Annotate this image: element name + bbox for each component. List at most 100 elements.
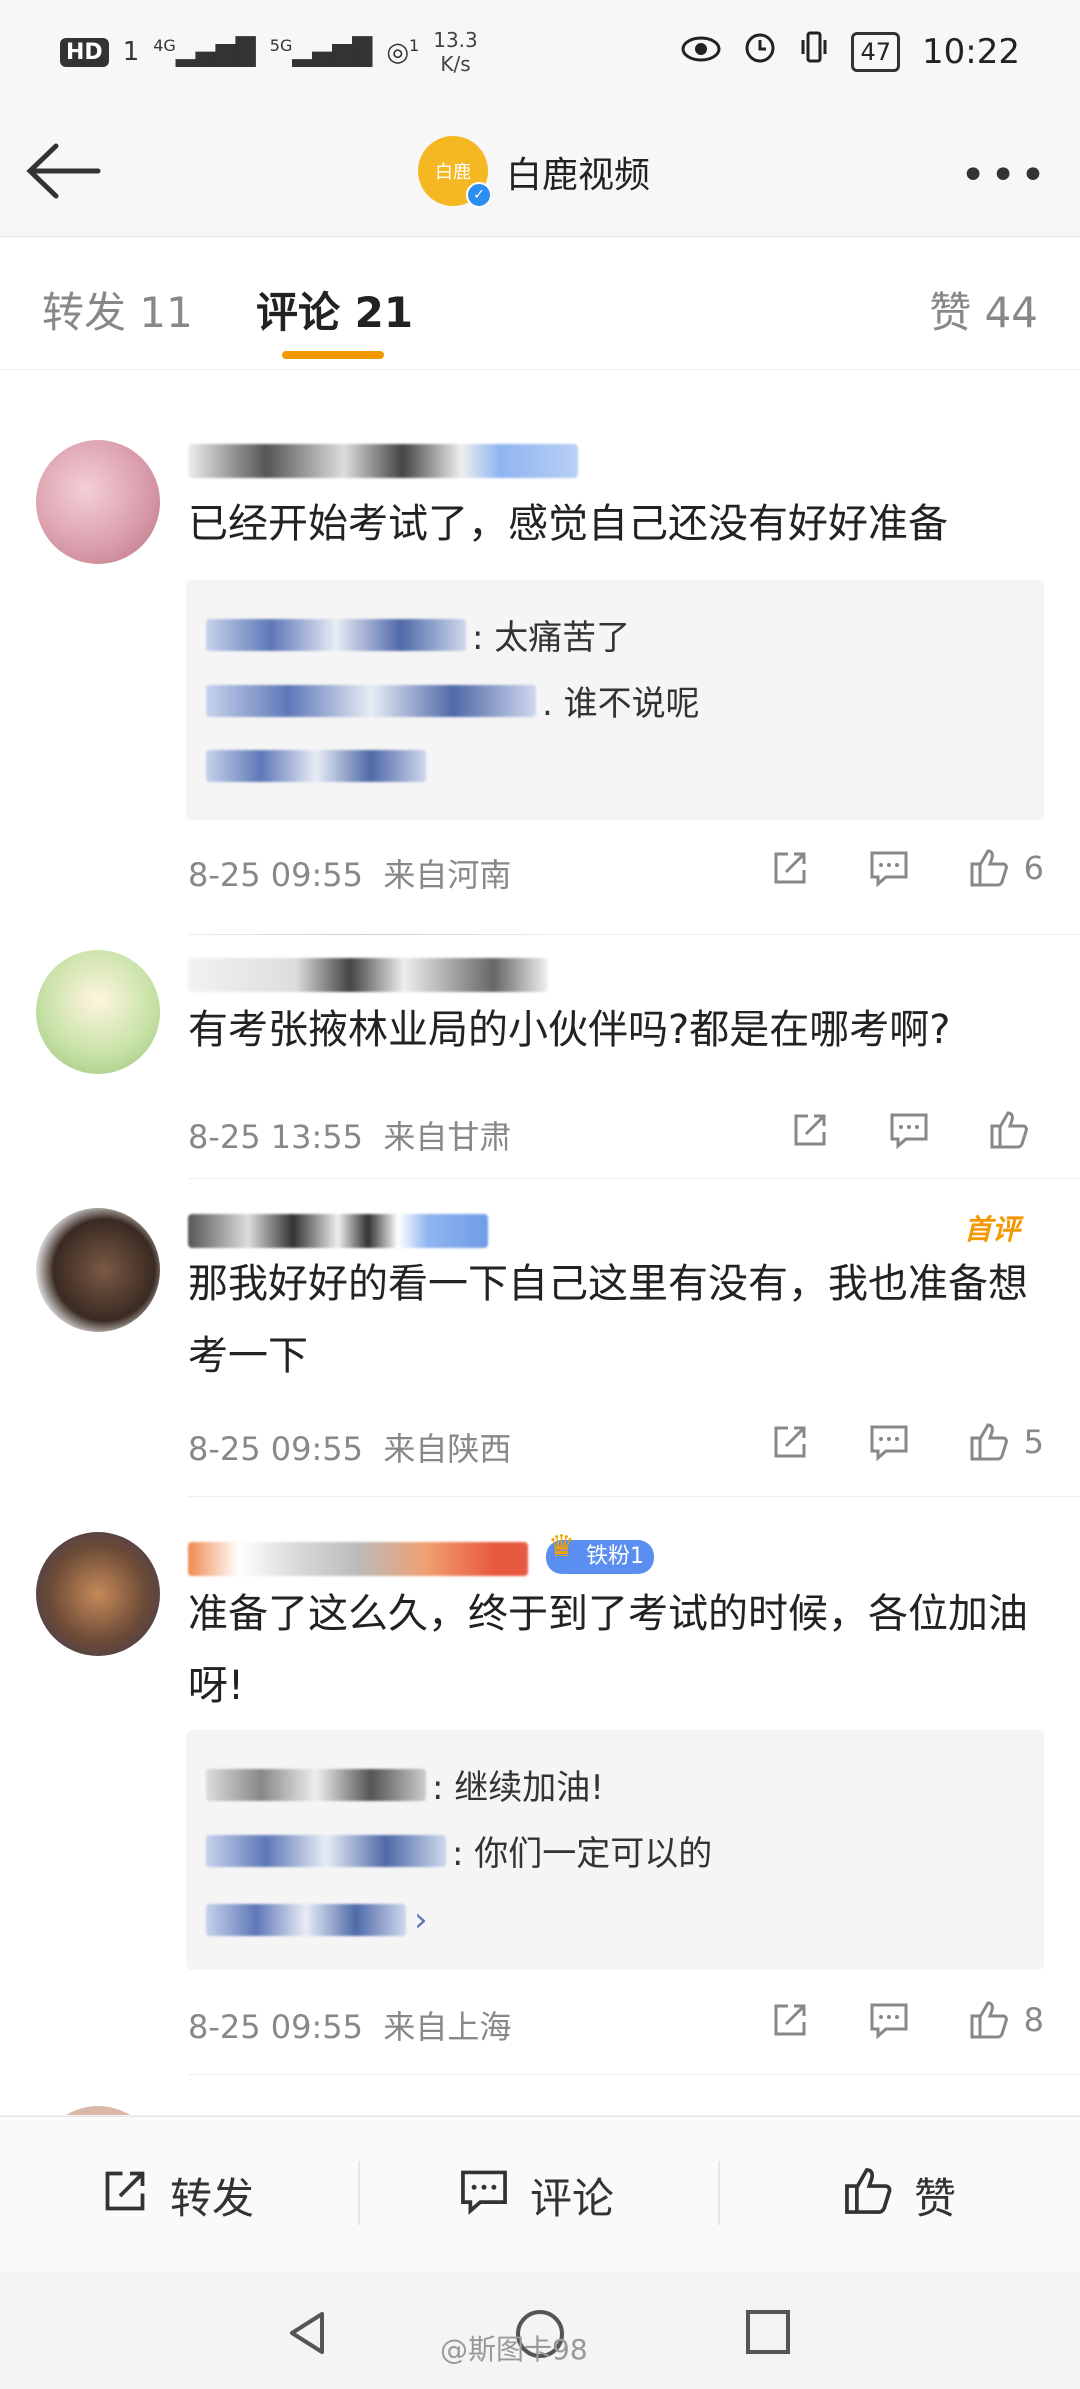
triangle-back-icon (290, 2312, 324, 2354)
comment-icon (868, 2000, 910, 2040)
reply-text: : 继续加油! (432, 1768, 604, 1808)
comment-button[interactable]: 评论 (458, 2165, 614, 2226)
watermark: @斯图卡98 (440, 2333, 588, 2366)
back-arrow-icon (26, 143, 101, 199)
fan-badge: ♛ 铁粉1 (546, 1532, 654, 1574)
avatar[interactable] (36, 950, 160, 1074)
username[interactable] (188, 1214, 488, 1248)
comment-meta: 8-25 09:55 来自陕西 (188, 1430, 512, 1468)
network-speed: 13.3 K/s (433, 28, 478, 76)
reply-button[interactable] (888, 1110, 930, 1150)
back-button[interactable] (24, 136, 104, 206)
account-name[interactable]: 白鹿视频 (506, 146, 650, 198)
reply-text: . 谁不说呢 (542, 684, 700, 724)
reply-username[interactable] (206, 618, 466, 651)
like-button[interactable]: 5 (968, 1422, 1044, 1462)
view-more-replies-link[interactable] (206, 1904, 406, 1936)
status-bar: HD 1 4G▂▄▆█ 5G▂▄▆█ ◎1 13.3 K/s 47 10:22 (0, 0, 1080, 110)
nav-back-button[interactable] (282, 2308, 332, 2362)
comment-meta: 8-25 13:55 来自甘肃 (188, 1118, 512, 1156)
comment-list: 已经开始考试了，感觉自己还没有好好准备 : 太痛苦了 . 谁不说呢 8-25 0… (0, 370, 1080, 2115)
share-button[interactable] (770, 2000, 810, 2040)
comment-actions (790, 1110, 1044, 1150)
chevron-right-icon: › (414, 1900, 428, 1940)
thumbs-up-icon (968, 1422, 1010, 1462)
avatar[interactable] (36, 1532, 160, 1656)
comment-icon (868, 1422, 910, 1462)
comment-text: 那我好好的看一下自己这里有没有，我也准备想考一下 (188, 1261, 1028, 1379)
like-count: 5 (1023, 1423, 1044, 1461)
crown-icon: ♛ (548, 1529, 575, 1564)
repost-label: 转发 (170, 2174, 255, 2223)
reply-button[interactable] (868, 1422, 910, 1462)
like-post-button[interactable]: 赞 (842, 2165, 956, 2226)
alarm-icon (743, 30, 777, 73)
reply-box[interactable]: : 太痛苦了 . 谁不说呢 (186, 580, 1044, 820)
share-button[interactable] (770, 1422, 810, 1462)
reply-button[interactable] (868, 848, 910, 888)
comment-actions: 5 (770, 1422, 1044, 1462)
username[interactable] (188, 958, 548, 992)
share-icon (770, 2000, 810, 2040)
divider (188, 934, 1080, 935)
share-button[interactable] (790, 1110, 830, 1150)
comment-meta: 8-25 09:55 来自上海 (188, 2008, 512, 2046)
logo-text: 白鹿 (435, 162, 471, 183)
title-bar: 白鹿 ✓ 白鹿视频 ••• (0, 110, 1080, 237)
comment-meta: 8-25 09:55 来自河南 (188, 856, 512, 894)
thumbs-up-icon (968, 848, 1010, 888)
reply-box[interactable]: : 继续加油! : 你们一定可以的 › (186, 1730, 1044, 1970)
like-button[interactable]: 8 (968, 2000, 1044, 2040)
bottom-action-bar: 转发 评论 赞 (0, 2116, 1080, 2273)
tab-repost[interactable]: 转发 11 (42, 279, 193, 340)
separator (718, 2161, 720, 2225)
thumbs-up-icon (842, 2166, 894, 2226)
reply-text: : 你们一定可以的 (452, 1834, 713, 1874)
comment-text: 有考张掖林业局的小伙伴吗?都是在哪考啊? (188, 1007, 951, 1053)
like-button[interactable] (988, 1110, 1044, 1150)
share-icon (790, 1110, 830, 1150)
comment-icon (888, 1110, 930, 1150)
share-icon (100, 2166, 150, 2226)
comment-text: 已经开始考试了，感觉自己还没有好好准备 (188, 501, 948, 547)
signal-5g-icon: 5G▂▄▆█ (269, 36, 373, 68)
tab-comments[interactable]: 评论 21 (256, 279, 413, 340)
like-label: 赞 (914, 2174, 957, 2223)
view-more-replies-link[interactable] (206, 750, 426, 782)
thumbs-up-icon (968, 2000, 1010, 2040)
avatar[interactable] (36, 440, 160, 564)
reply-username[interactable] (206, 1768, 426, 1801)
reply-username[interactable] (206, 684, 536, 717)
like-button[interactable]: 6 (968, 848, 1044, 888)
divider (188, 1178, 1080, 1179)
square-recents-icon (746, 2310, 790, 2354)
like-count: 6 (1023, 849, 1044, 887)
username[interactable] (188, 1542, 528, 1576)
reply-button[interactable] (868, 2000, 910, 2040)
tab-likes[interactable]: 赞 44 (929, 279, 1038, 340)
nav-recents-button[interactable] (744, 2308, 792, 2360)
avatar[interactable] (36, 2106, 160, 2115)
vibrate-icon (799, 30, 829, 73)
account-avatar[interactable]: 白鹿 ✓ (418, 136, 492, 208)
hotspot-icon: ◎1 (386, 36, 420, 68)
comment-icon (458, 2166, 510, 2226)
repost-button[interactable]: 转发 (100, 2165, 254, 2226)
share-icon (770, 1422, 810, 1462)
system-nav-bar: @斯图卡98 (0, 2272, 1080, 2389)
like-count: 8 (1023, 2001, 1044, 2039)
reply-username[interactable] (206, 1834, 446, 1867)
tab-bar: 转发 11 评论 21 赞 44 (0, 237, 1080, 370)
comment-icon (868, 848, 910, 888)
divider (188, 1496, 1080, 1497)
sim-indicator: 1 (122, 37, 140, 67)
avatar[interactable] (36, 1208, 160, 1332)
username[interactable] (188, 444, 578, 478)
share-button[interactable] (770, 848, 810, 888)
divider (188, 2074, 1080, 2075)
more-options-button[interactable]: ••• (960, 150, 1050, 201)
separator (358, 2161, 360, 2225)
comment-actions: 8 (770, 2000, 1044, 2040)
hd-indicator: HD (60, 37, 109, 67)
signal-4g-icon: 4G▂▄▆█ (153, 36, 256, 68)
